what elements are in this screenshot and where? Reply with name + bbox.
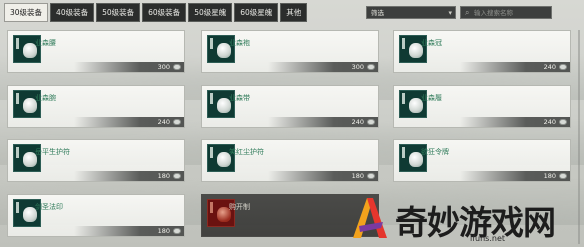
- item-name: 业森冠: [421, 39, 442, 47]
- currency-icon: [367, 119, 375, 125]
- item-price: 240: [157, 118, 170, 126]
- watermark-url: lfuns.net: [470, 234, 506, 243]
- item-card[interactable]: 欲狂令牌 180: [393, 139, 571, 182]
- item-price: 180: [351, 172, 364, 180]
- currency-icon: [173, 173, 181, 179]
- currency-icon: [367, 64, 375, 70]
- item-card[interactable]: 剑圣法印 180: [7, 194, 185, 237]
- tab-60-equipment[interactable]: 60级装备: [142, 3, 187, 22]
- item-name: 剑圣法印: [35, 203, 63, 211]
- tab-other[interactable]: 其他: [280, 3, 308, 22]
- site-logo-icon: [353, 198, 387, 238]
- item-name: 笑红尘护符: [229, 148, 264, 156]
- item-price: 180: [543, 172, 556, 180]
- item-price: 180: [157, 172, 170, 180]
- item-name: 业森腰: [35, 39, 56, 47]
- item-card[interactable]: 业森腕 240: [7, 85, 185, 128]
- item-price: 300: [157, 63, 170, 71]
- search-icon: ⌕: [465, 8, 470, 17]
- currency-icon: [559, 119, 567, 125]
- item-name: 业森袍: [229, 39, 250, 47]
- item-name: 业森履: [421, 94, 442, 102]
- item-name: 业森带: [229, 94, 250, 102]
- item-name: 欲狂令牌: [421, 148, 449, 156]
- currency-icon: [173, 64, 181, 70]
- tab-60-star-soul[interactable]: 60级星魄: [234, 3, 279, 22]
- item-price: 240: [543, 118, 556, 126]
- currency-icon: [173, 228, 181, 234]
- item-name: 购开制: [229, 203, 250, 211]
- item-card[interactable]: 岳平生护符 180: [7, 139, 185, 182]
- item-card[interactable]: 业森袍 300: [201, 30, 379, 73]
- currency-icon: [173, 119, 181, 125]
- tab-50-star-soul[interactable]: 50级星魄: [188, 3, 233, 22]
- category-tabs: 30级装备 40级装备 50级装备 60级装备 50级星魄 60级星魄 其他: [4, 3, 308, 22]
- item-price: 180: [157, 227, 170, 235]
- currency-icon: [559, 64, 567, 70]
- item-price: 240: [351, 118, 364, 126]
- search-input[interactable]: [474, 8, 548, 18]
- tab-40-equipment[interactable]: 40级装备: [50, 3, 95, 22]
- currency-icon: [559, 173, 567, 179]
- item-price: 300: [351, 63, 364, 71]
- site-watermark: 奇妙游戏网 lfuns.net: [347, 190, 582, 247]
- item-name: 业森腕: [35, 94, 56, 102]
- chevron-down-icon: ▾: [448, 9, 452, 17]
- item-card[interactable]: 笑红尘护符 180: [201, 139, 379, 182]
- item-name: 岳平生护符: [35, 148, 70, 156]
- tab-30-equipment[interactable]: 30级装备: [4, 3, 49, 22]
- item-card[interactable]: 业森带 240: [201, 85, 379, 128]
- filter-dropdown[interactable]: 筛选 ▾: [366, 6, 456, 19]
- item-price: 240: [543, 63, 556, 71]
- item-card[interactable]: 业森腰 300: [7, 30, 185, 73]
- tab-50-equipment[interactable]: 50级装备: [96, 3, 141, 22]
- search-box[interactable]: ⌕: [460, 6, 552, 19]
- item-card[interactable]: 业森冠 240: [393, 30, 571, 73]
- item-card[interactable]: 业森履 240: [393, 85, 571, 128]
- filter-label: 筛选: [371, 9, 384, 17]
- currency-icon: [367, 173, 375, 179]
